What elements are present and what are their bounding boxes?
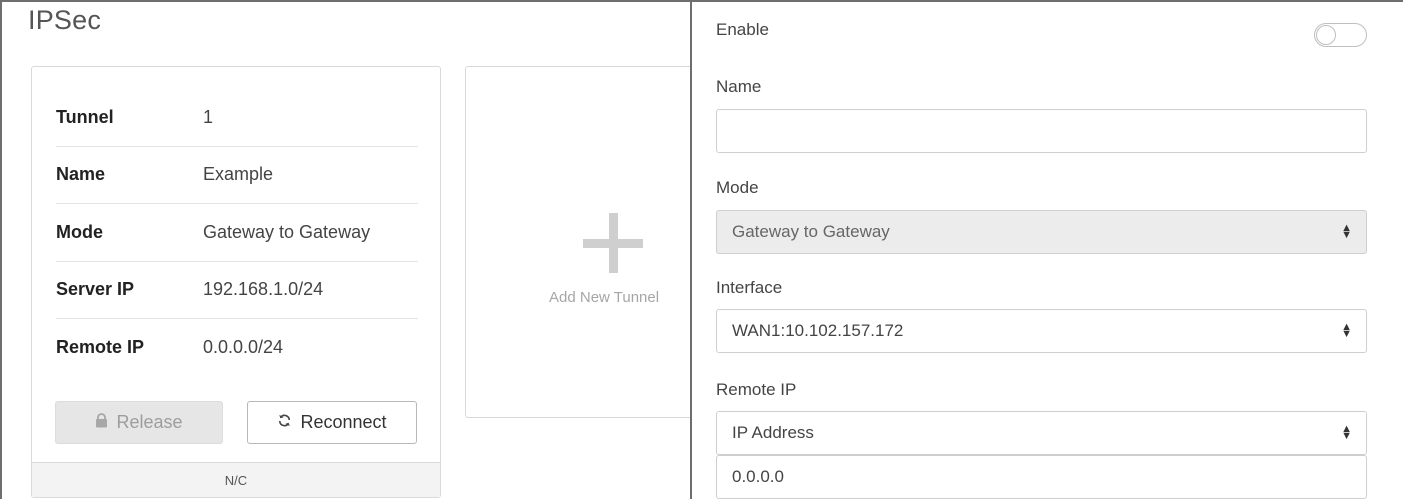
tunnel-row-value: 0.0.0.0/24 (203, 337, 284, 358)
enable-label: Enable (716, 20, 769, 39)
tunnel-row: Tunnel 1 (56, 89, 418, 147)
remote-ip-input[interactable]: 0.0.0.0 (716, 455, 1367, 499)
remote-ip-type-value: IP Address (732, 423, 814, 442)
reconnect-button-label: Reconnect (300, 412, 387, 432)
tunnel-status: N/C (32, 462, 440, 497)
tunnel-row-label: Name (56, 164, 106, 185)
interface-select[interactable]: WAN1:10.102.157.172 ▲ ▼ (716, 309, 1367, 353)
tunnel-card: Tunnel 1 Name Example Mode Gateway to Ga… (31, 66, 441, 498)
tunnel-row-label: Mode (56, 221, 103, 242)
mode-label: Mode (716, 178, 759, 197)
page-title: IPSec (28, 5, 102, 35)
tunnel-row-label: Tunnel (56, 106, 114, 127)
tunnel-row-value: 192.168.1.0/24 (203, 279, 324, 300)
release-button[interactable]: Release (55, 401, 223, 444)
name-input[interactable] (716, 109, 1367, 153)
sort-arrows-icon: ▲ ▼ (1341, 321, 1352, 340)
tunnel-row: Name Example (56, 147, 418, 204)
tunnel-row-value: Gateway to Gateway (203, 221, 371, 242)
reconnect-button[interactable]: Reconnect (247, 401, 417, 444)
release-button-label: Release (116, 412, 183, 432)
interface-label: Interface (716, 278, 783, 297)
interface-select-value: WAN1:10.102.157.172 (732, 321, 904, 340)
add-new-tunnel-label: Add New Tunnel (549, 289, 660, 306)
mode-select[interactable]: Gateway to Gateway ▲ ▼ (716, 210, 1367, 254)
mode-select-value: Gateway to Gateway (732, 222, 890, 241)
tunnel-row-label: Remote IP (56, 337, 145, 358)
remote-ip-type-select[interactable]: IP Address ▲ ▼ (716, 411, 1367, 455)
tunnel-row-value: 1 (203, 106, 214, 127)
sort-arrows-icon: ▲ ▼ (1341, 423, 1352, 442)
tunnel-row: Remote IP 0.0.0.0/24 (56, 319, 418, 377)
add-new-tunnel-card[interactable]: Add New Tunnel (465, 66, 693, 418)
remote-ip-label: Remote IP (716, 380, 797, 399)
enable-toggle[interactable] (1314, 23, 1367, 47)
sort-arrows-icon: ▲ ▼ (1341, 222, 1352, 241)
tunnel-row-value: Example (203, 164, 274, 185)
refresh-icon (277, 412, 292, 433)
tunnel-row: Mode Gateway to Gateway (56, 204, 418, 262)
tunnel-row-label: Server IP (56, 279, 135, 300)
name-label: Name (716, 77, 762, 96)
lock-icon (95, 412, 108, 433)
tunnel-edit-panel: Enable Name Mode Gateway to Gateway ▲ ▼ I… (690, 2, 1403, 499)
tunnel-details-table: Tunnel 1 Name Example Mode Gateway to Ga… (56, 89, 418, 377)
window-frame: IPSec Tunnel 1 Name Example Mode Gateway… (0, 0, 1403, 499)
toggle-knob (1316, 25, 1336, 45)
tunnel-row: Server IP 192.168.1.0/24 (56, 262, 418, 319)
